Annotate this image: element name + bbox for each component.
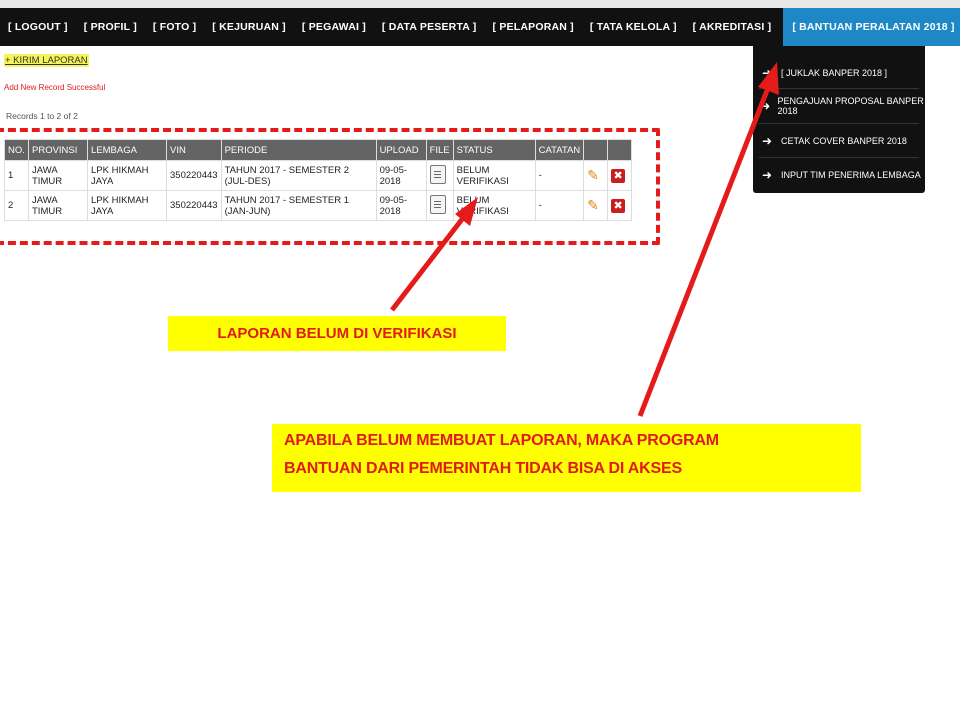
arrow-right-icon: ➜ [761,66,773,80]
main-navbar: [ LOGOUT ] [ PROFIL ] [ FOTO ] [ KEJURUA… [0,8,960,46]
arrow-right-icon: ➜ [760,99,771,113]
dropdown-item-label: PENGAJUAN PROPOSAL BANPER 2018 [777,96,924,116]
nav-profil[interactable]: [ PROFIL ] [76,8,145,46]
nav-pelaporan[interactable]: [ PELAPORAN ] [485,8,582,46]
success-message: Add New Record Successful [4,83,106,92]
nav-pegawai[interactable]: [ PEGAWAI ] [294,8,374,46]
nav-kejuruan[interactable]: [ KEJURUAN ] [204,8,294,46]
nav-bantuan-peralatan[interactable]: [ BANTUAN PERALATAN 2018 ] [783,8,960,46]
dropdown-item-cetak[interactable]: ➜ CETAK COVER BANPER 2018 [753,124,925,158]
dropdown-item-input-tim[interactable]: ➜ INPUT TIM PENERIMA LEMBAGA [753,158,925,192]
arrow-right-icon: ➜ [761,168,773,182]
nav-akreditasi[interactable]: [ AKREDITASI ] [685,8,780,46]
dashed-highlight-frame [0,128,660,245]
records-count: Records 1 to 2 of 2 [6,111,78,121]
dropdown-item-label: CETAK COVER BANPER 2018 [781,136,907,146]
kirim-laporan-link[interactable]: + KIRIM LAPORAN [4,54,89,67]
nav-data-peserta[interactable]: [ DATA PESERTA ] [374,8,485,46]
dropdown-menu: ➜ [ JUKLAK BANPER 2018 ] ➜ PENGAJUAN PRO… [753,46,925,193]
dropdown-item-label: [ JUKLAK BANPER 2018 ] [781,68,888,78]
nav-tata-kelola[interactable]: [ TATA KELOLA ] [582,8,685,46]
annotation-text: LAPORAN BELUM DI VERIFIKASI [217,325,457,342]
dropdown-item-pengajuan[interactable]: ➜ PENGAJUAN PROPOSAL BANPER 2018 [753,89,925,123]
nav-logout[interactable]: [ LOGOUT ] [0,8,76,46]
annotation-line-2: BANTUAN DARI PEMERINTAH TIDAK BISA DI AK… [284,460,682,477]
arrow-right-icon: ➜ [761,134,773,148]
dropdown-item-label: INPUT TIM PENERIMA LEMBAGA [781,170,921,180]
annotation-box-unverified: LAPORAN BELUM DI VERIFIKASI [168,316,506,351]
annotation-box-warning: APABILA BELUM MEMBUAT LAPORAN, MAKA PROG… [272,424,861,492]
annotation-line-1: APABILA BELUM MEMBUAT LAPORAN, MAKA PROG… [284,432,719,449]
dropdown-item-juklak[interactable]: ➜ [ JUKLAK BANPER 2018 ] [753,56,925,90]
nav-foto[interactable]: [ FOTO ] [145,8,204,46]
